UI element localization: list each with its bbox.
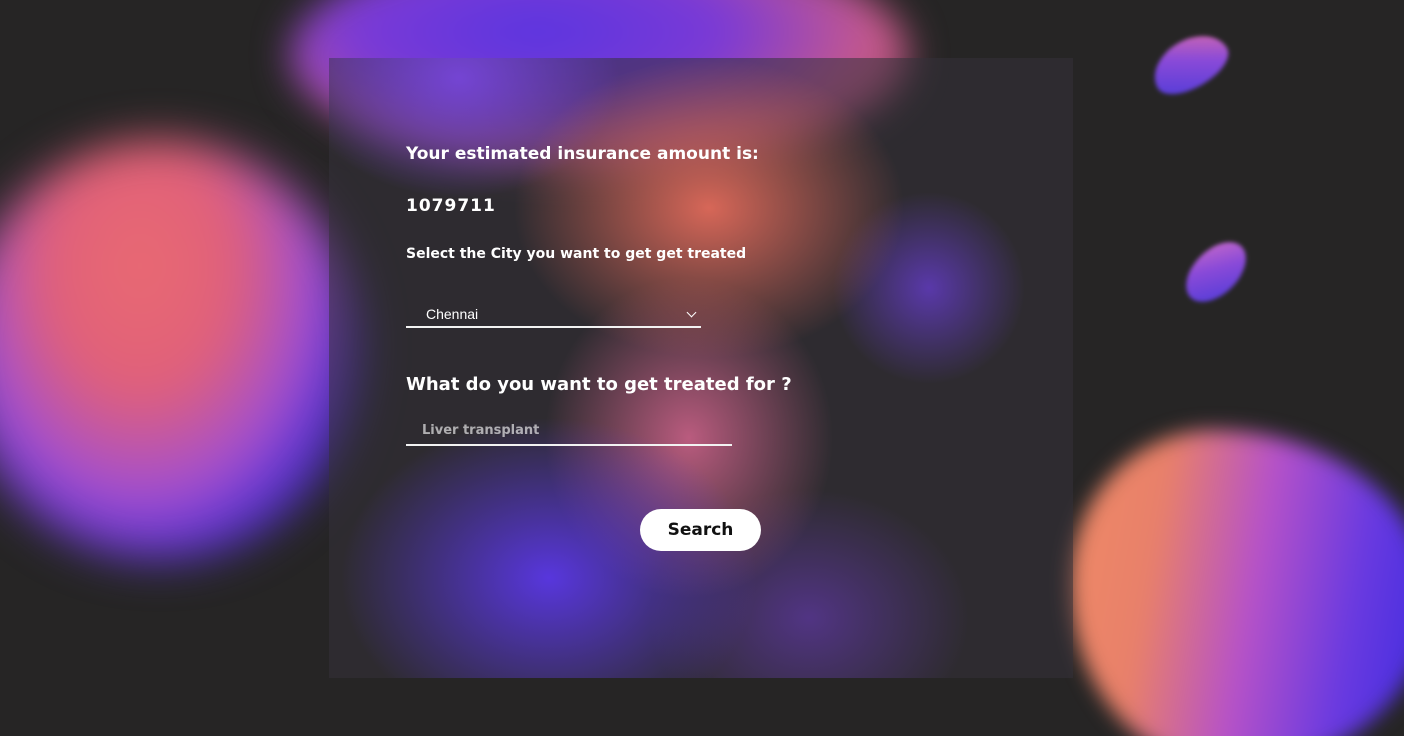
chevron-down-icon <box>686 307 697 318</box>
card-content: Your estimated insurance amount is: 1079… <box>329 58 1073 678</box>
treatment-label: What do you want to get treated for ? <box>406 374 792 395</box>
estimate-amount: 1079711 <box>406 196 496 216</box>
city-select-label: Select the City you want to get get trea… <box>406 246 747 262</box>
decorative-blob-small-1 <box>1143 23 1237 105</box>
decorative-blob-small-2 <box>1174 230 1258 314</box>
decorative-blob-bottom-right <box>1070 430 1404 736</box>
estimate-label: Your estimated insurance amount is: <box>406 144 759 164</box>
page-background: Your estimated insurance amount is: 1079… <box>0 0 1404 736</box>
city-select[interactable]: Chennai <box>406 298 701 328</box>
city-selected-value: Chennai <box>426 306 479 322</box>
search-button[interactable]: Search <box>640 509 761 551</box>
estimate-card: Your estimated insurance amount is: 1079… <box>329 58 1073 678</box>
decorative-blob-left <box>0 140 360 560</box>
treatment-input[interactable] <box>406 416 732 446</box>
